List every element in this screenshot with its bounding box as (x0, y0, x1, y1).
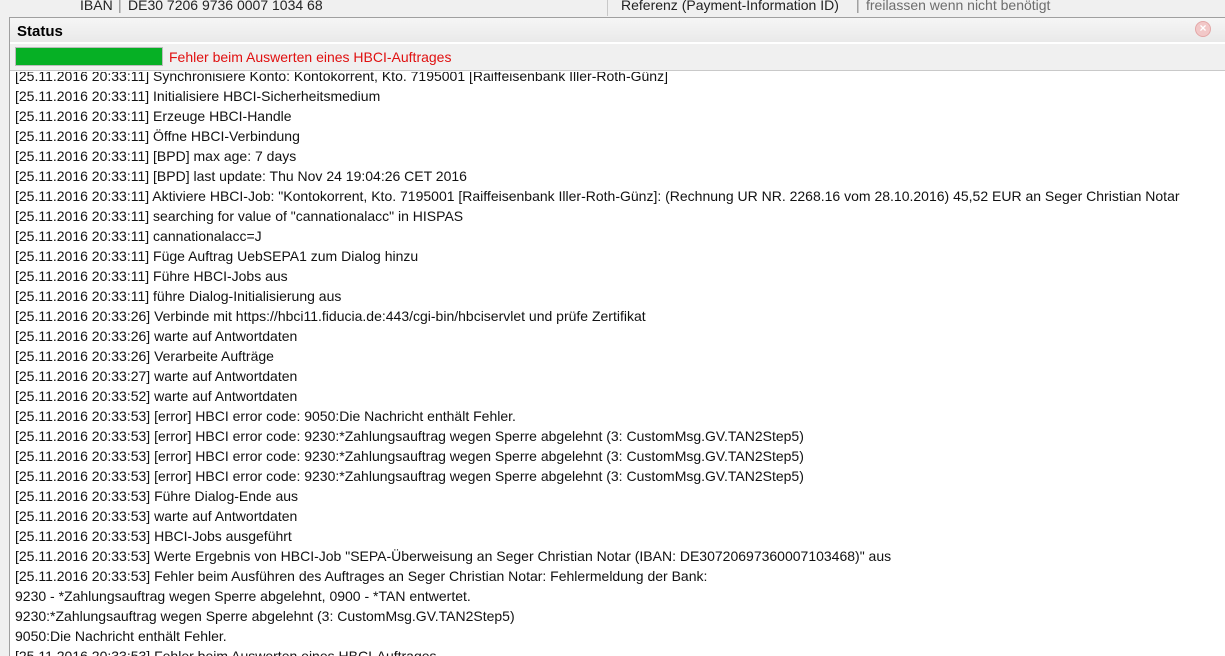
transfer-form-row: IBAN | DE30 7206 9736 0007 1034 68 Refer… (0, 0, 1225, 16)
log-line: [25.11.2016 20:33:53] Fehler beim Ausfüh… (15, 568, 708, 584)
log-line: [25.11.2016 20:33:53] HBCI-Jobs ausgefüh… (15, 528, 292, 544)
iban-field[interactable]: DE30 7206 9736 0007 1034 68 (128, 0, 323, 12)
log-line: [25.11.2016 20:33:11] [BPD] last update:… (15, 168, 467, 184)
log-line: [25.11.2016 20:33:11] Erzeuge HBCI-Handl… (15, 108, 292, 124)
log-line: [25.11.2016 20:33:53] Führe Dialog-Ende … (15, 488, 299, 504)
status-panel: Status × Fehler beim Auswerten eines HBC… (9, 17, 1225, 656)
log-line: 9230 - *Zahlungsauftrag wegen Sperre abg… (15, 588, 471, 604)
status-panel-header: Status × (10, 18, 1225, 42)
log-output[interactable]: [25.11.2016 20:33:11] Synchronisiere Kon… (15, 72, 1225, 656)
iban-label: IBAN (80, 0, 113, 13)
progress-row: Fehler beim Auswerten eines HBCI-Auftrag… (10, 44, 1225, 71)
log-line: [25.11.2016 20:33:26] warte auf Antwortd… (15, 328, 298, 344)
log-line: [25.11.2016 20:33:53] Fehler beim Auswer… (15, 648, 437, 656)
column-divider (607, 0, 608, 16)
log-lines: [25.11.2016 20:33:11] Synchronisiere Kon… (15, 72, 1180, 656)
log-line: [25.11.2016 20:33:52] warte auf Antwortd… (15, 388, 298, 404)
log-line: [25.11.2016 20:33:53] [error] HBCI error… (15, 448, 804, 464)
panel-title: Status (17, 23, 63, 40)
log-line: [25.11.2016 20:33:53] [error] HBCI error… (15, 428, 804, 444)
reference-field[interactable]: freilassen wenn nicht benötigt (866, 0, 1050, 12)
log-line: [25.11.2016 20:33:26] Verarbeite Aufträg… (15, 348, 274, 364)
log-line: [25.11.2016 20:33:26] Verbinde mit https… (15, 308, 646, 324)
log-line: [25.11.2016 20:33:11] searching for valu… (15, 208, 464, 224)
progress-bar (15, 47, 163, 66)
close-icon[interactable]: × (1195, 21, 1211, 37)
log-line: [25.11.2016 20:33:53] [error] HBCI error… (15, 408, 516, 424)
log-line: [25.11.2016 20:33:11] führe Dialog-Initi… (15, 288, 342, 304)
log-line: [25.11.2016 20:33:11] Füge Auftrag UebSE… (15, 248, 419, 264)
log-line: [25.11.2016 20:33:11] Synchronisiere Kon… (15, 72, 668, 84)
log-line: [25.11.2016 20:33:53] warte auf Antwortd… (15, 508, 298, 524)
log-line: [25.11.2016 20:33:53] Werte Ergebnis von… (15, 548, 892, 564)
log-line: [25.11.2016 20:33:11] Initialisiere HBCI… (15, 88, 381, 104)
log-line: [25.11.2016 20:33:11] Öffne HBCI-Verbind… (15, 128, 300, 144)
log-line: 9050:Die Nachricht enthält Fehler. (15, 628, 227, 644)
field-separator: | (118, 0, 122, 13)
log-line: [25.11.2016 20:33:11] [BPD] max age: 7 d… (15, 148, 297, 164)
log-line: [25.11.2016 20:33:27] warte auf Antwortd… (15, 368, 298, 384)
log-line: [25.11.2016 20:33:11] cannationalacc=J (15, 228, 262, 244)
log-line: [25.11.2016 20:33:11] Aktiviere HBCI-Job… (15, 188, 1180, 204)
log-line: [25.11.2016 20:33:53] [error] HBCI error… (15, 468, 804, 484)
log-line: 9230:*Zahlungsauftrag wegen Sperre abgel… (15, 608, 515, 624)
progress-bar-fill (16, 48, 162, 65)
progress-status-message: Fehler beim Auswerten eines HBCI-Auftrag… (169, 49, 452, 65)
log-line: [25.11.2016 20:33:11] Führe HBCI-Jobs au… (15, 268, 288, 284)
reference-label: Referenz (Payment-Information ID) (621, 0, 839, 13)
field-separator: | (856, 0, 860, 13)
